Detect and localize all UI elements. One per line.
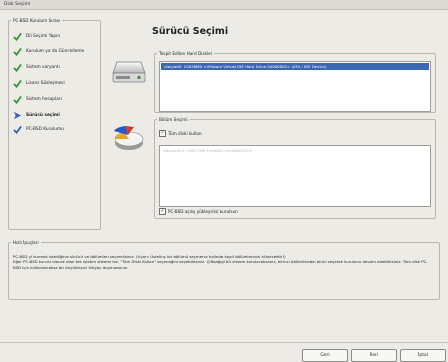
hard-drive-icon: [112, 61, 146, 83]
step-label: Lisans Sözleşmesi: [26, 81, 65, 86]
install-steps-panel: PC-BSD Kurulum Sırası Dil Seçimi Yapın K…: [8, 18, 101, 230]
step-pcbsd-install: PC-BSD Kurulumu: [13, 125, 98, 134]
step-label: PC-BSD Kurulumu: [26, 127, 64, 132]
window-title: Disk Seçimi: [4, 1, 31, 7]
check-icon: [13, 63, 22, 72]
step-accounts: Sistem hesapları: [13, 95, 98, 104]
partition-list[interactable]: /dev/ad0s1: 10617MB FreeBSD (FreeBSD/UFS…: [159, 145, 431, 207]
install-steps-legend: PC-BSD Kurulum Sırası: [13, 18, 61, 23]
detected-disks-legend: Tespit Edilen Hard Diskler: [159, 51, 213, 56]
back-button[interactable]: Geri: [302, 349, 348, 362]
quick-tips-group: Hızlı İpuçları PC-BSD yi kurmak istediği…: [8, 240, 440, 300]
use-full-disk-checkbox[interactable]: ✓: [159, 130, 166, 137]
partition-selection-group: Bölüm Seçimi ✓ Tüm diski kullan /dev/ad0…: [154, 117, 436, 219]
step-language: Dil Seçimi Yapın: [13, 32, 98, 41]
check-outline-icon: [13, 125, 22, 134]
disk-list[interactable]: /dev/ad0: 10836MB <VMware Virtual IDE Ha…: [159, 61, 431, 112]
bootloader-label: PC-BSD açılış yükleyicisi kurulsun: [168, 209, 238, 214]
check-icon: [13, 32, 22, 41]
use-full-disk-label: Tüm diski kullan: [168, 131, 202, 136]
quick-tips-line: Eğer PC-BSD kurulu olacak olan tek işlet…: [13, 259, 428, 270]
quick-tips-legend: Hızlı İpuçları: [13, 240, 39, 245]
footer-divider: [0, 342, 448, 343]
page-title: Sürücü Seçimi: [152, 26, 229, 37]
partition-pie-icon: [114, 126, 144, 150]
bootloader-checkbox[interactable]: ✓: [159, 208, 166, 215]
step-disk-selection: Sürücü seçimi: [13, 111, 98, 120]
detected-disks-group: Tespit Edilen Hard Diskler /dev/ad0: 108…: [154, 51, 436, 113]
disk-list-item[interactable]: /dev/ad0: 10836MB <VMware Virtual IDE Ha…: [161, 63, 429, 70]
step-system-variant: Sistem varyantı: [13, 63, 98, 72]
check-icon: [13, 79, 22, 88]
cancel-button[interactable]: İptal: [400, 349, 446, 362]
quick-tips-text: PC-BSD yi kurmak istediğiniz sürücü ve b…: [13, 254, 435, 270]
next-button[interactable]: İleri: [351, 349, 397, 362]
step-label: Sistem hesapları: [26, 97, 62, 102]
step-install-or-upgrade: Kurulum ya da Güncelleme: [13, 47, 98, 56]
check-icon: [13, 95, 22, 104]
step-label: Sürücü seçimi: [26, 113, 60, 118]
partition-selection-legend: Bölüm Seçimi: [159, 117, 188, 122]
step-label: Dil Seçimi Yapın: [26, 34, 61, 39]
check-icon: [13, 47, 22, 56]
step-license: Lisans Sözleşmesi: [13, 79, 98, 88]
arrow-right-icon: [13, 111, 22, 120]
step-label: Sistem varyantı: [26, 65, 60, 70]
step-label: Kurulum ya da Güncelleme: [26, 49, 85, 54]
partition-list-item: /dev/ad0s1: 10617MB FreeBSD (FreeBSD/UFS…: [163, 148, 253, 153]
window-titlebar: Disk Seçimi: [0, 0, 448, 10]
